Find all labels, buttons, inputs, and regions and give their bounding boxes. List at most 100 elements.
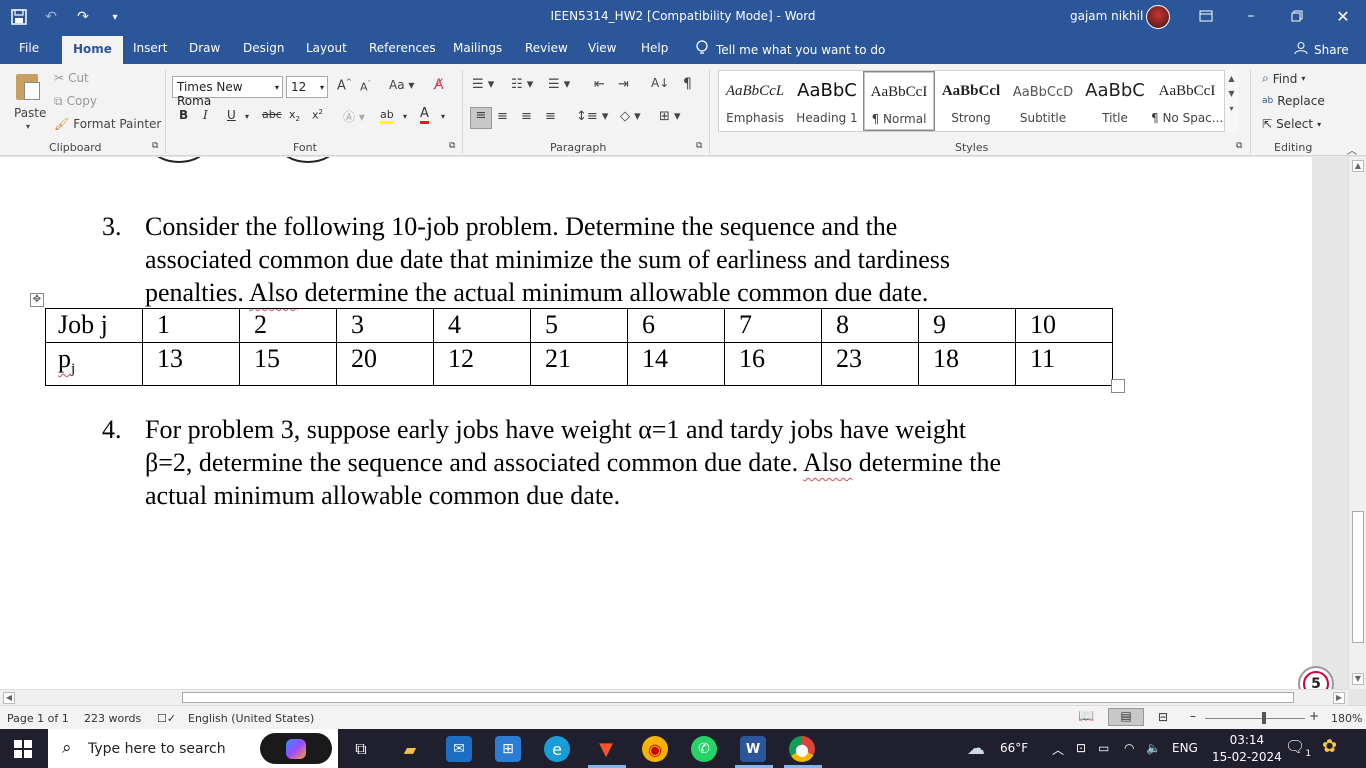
table-cell[interactable]: 18 xyxy=(918,341,1016,387)
zoom-level[interactable]: 180% xyxy=(1331,712,1362,725)
print-layout-icon[interactable]: ▤ xyxy=(1108,708,1144,726)
question-3[interactable]: 3. Consider the following 10-job problem… xyxy=(102,210,1122,310)
shading-icon[interactable]: ◇ ▾ xyxy=(620,109,641,124)
web-layout-icon[interactable]: ⊟ xyxy=(1158,710,1168,724)
table-cell[interactable]: 21 xyxy=(530,341,628,387)
store-icon[interactable]: ⊞ xyxy=(495,736,521,762)
clipboard-launcher-icon[interactable]: ⧉ xyxy=(152,141,158,151)
word-app-icon[interactable]: W xyxy=(740,736,766,762)
paste-button[interactable]: Paste xyxy=(14,106,46,120)
line-spacing-icon[interactable]: ↕≡ ▾ xyxy=(576,109,608,124)
scroll-left-icon[interactable]: ◀ xyxy=(3,692,15,704)
font-size-input[interactable]: 12 ▾ xyxy=(286,76,328,98)
mail-icon[interactable]: ✉ xyxy=(446,736,472,762)
file-explorer-icon[interactable]: ▰ xyxy=(397,736,423,762)
change-case-icon[interactable]: Aa ▾ xyxy=(389,78,414,92)
table-cell[interactable]: 5 xyxy=(530,308,628,343)
document-page[interactable]: 3. Consider the following 10-job problem… xyxy=(0,157,1312,689)
select-button[interactable]: ⇱ Select ▾ xyxy=(1262,117,1321,131)
table-cell[interactable]: 2 xyxy=(239,308,337,343)
chevron-down-icon[interactable]: ▼ xyxy=(1225,89,1238,98)
strikethrough-icon[interactable]: abc xyxy=(262,108,282,121)
windows-start-icon[interactable] xyxy=(14,740,32,758)
clear-formatting-icon[interactable]: A̸ xyxy=(434,77,444,93)
borders-icon[interactable]: ⊞ ▾ xyxy=(659,109,681,124)
shrink-font-icon[interactable]: Aˇ xyxy=(360,80,371,94)
tab-layout[interactable]: Layout xyxy=(306,41,347,55)
tab-mailings[interactable]: Mailings xyxy=(453,41,502,55)
tab-references[interactable]: References xyxy=(369,41,436,55)
volume-icon[interactable]: 🔈 xyxy=(1146,741,1161,755)
tab-view[interactable]: View xyxy=(588,41,616,55)
clock[interactable]: 03:14 15-02-2024 xyxy=(1212,732,1282,766)
whatsapp-icon[interactable]: ✆ xyxy=(691,736,717,762)
notification-icon[interactable]: 🗨1 xyxy=(1285,737,1311,759)
zoom-slider[interactable] xyxy=(1205,718,1305,719)
font-color-dropdown-icon[interactable]: ▾ xyxy=(441,112,445,121)
table-cell[interactable]: 23 xyxy=(821,341,919,387)
tab-draw[interactable]: Draw xyxy=(189,41,220,55)
table-move-handle[interactable]: ✥ xyxy=(30,293,44,307)
tab-design[interactable]: Design xyxy=(243,41,284,55)
tab-file[interactable]: File xyxy=(19,41,39,55)
copilot-icon[interactable] xyxy=(260,733,332,764)
avatar[interactable] xyxy=(1146,5,1170,29)
table-cell[interactable]: 8 xyxy=(821,308,919,343)
scroll-down-icon[interactable]: ▼ xyxy=(1352,673,1364,685)
vertical-scrollbar[interactable]: ▲ ▼ xyxy=(1348,157,1366,689)
bold-icon[interactable]: B xyxy=(179,108,188,122)
highlight-dropdown-icon[interactable]: ▾ xyxy=(403,112,407,121)
table-cell[interactable]: 15 xyxy=(239,341,337,387)
font-name-input[interactable]: Times New Roma ▾ xyxy=(172,76,283,108)
styles-scroll[interactable]: ▲ ▼ ▾ xyxy=(1224,70,1238,132)
style-subtitle[interactable]: AaBbCcD Subtitle xyxy=(1007,71,1079,131)
bullets-icon[interactable]: ☰ ▾ xyxy=(472,77,494,92)
style-no-spacing[interactable]: AaBbCcI ¶ No Spac... xyxy=(1151,71,1223,131)
word-count[interactable]: 223 words xyxy=(84,712,141,725)
scroll-up-icon[interactable]: ▲ xyxy=(1352,160,1364,172)
tab-home[interactable]: Home xyxy=(62,36,123,64)
horizontal-scrollbar[interactable]: ◀ ▶ xyxy=(0,689,1348,705)
decrease-indent-icon[interactable]: ⇤ xyxy=(594,77,605,92)
proofing-icon[interactable]: ☐✓ xyxy=(157,712,176,725)
underline-dropdown-icon[interactable]: ▾ xyxy=(245,112,249,121)
ribbon-display-options-icon[interactable] xyxy=(1188,4,1224,28)
table-cell[interactable]: pj xyxy=(45,341,143,387)
chrome-icon[interactable]: ● xyxy=(789,736,815,762)
save-icon[interactable] xyxy=(8,6,30,28)
undo-icon[interactable]: ↶ xyxy=(40,6,62,28)
page-count[interactable]: Page 1 of 1 xyxy=(7,712,69,725)
style-strong[interactable]: AaBbCcl Strong xyxy=(935,71,1007,131)
table-cell[interactable]: 6 xyxy=(627,308,725,343)
table-cell[interactable]: 16 xyxy=(724,341,822,387)
collapse-ribbon-icon[interactable]: ︿ xyxy=(1347,142,1357,157)
widget-icon[interactable]: ✿ xyxy=(1322,736,1337,757)
chevron-up-icon[interactable]: ▲ xyxy=(1225,74,1238,83)
pilcrow-icon[interactable]: ¶ xyxy=(683,76,692,92)
drawing-shape[interactable] xyxy=(279,157,337,163)
style-emphasis[interactable]: AaBbCcL Emphasis xyxy=(719,71,791,131)
paste-icon[interactable] xyxy=(12,72,44,102)
drawing-shape[interactable] xyxy=(150,157,208,163)
redo-icon[interactable]: ↷ xyxy=(72,6,94,28)
table-cell[interactable]: Job j xyxy=(45,308,143,343)
table-cell[interactable]: 14 xyxy=(627,341,725,387)
format-painter-button[interactable]: 🖌 Format Painter xyxy=(54,117,161,131)
table-cell[interactable]: 4 xyxy=(433,308,531,343)
font-launcher-icon[interactable]: ⧉ xyxy=(449,141,455,151)
table-cell[interactable]: 13 xyxy=(142,341,240,387)
zoom-in-icon[interactable]: + xyxy=(1309,709,1319,723)
align-right-icon[interactable]: ≡ xyxy=(521,109,532,124)
brave-icon[interactable]: ▼ xyxy=(593,736,619,762)
tab-insert[interactable]: Insert xyxy=(133,41,167,55)
table-cell[interactable]: 7 xyxy=(724,308,822,343)
table-cell[interactable]: 1 xyxy=(142,308,240,343)
paragraph-launcher-icon[interactable]: ⧉ xyxy=(696,141,702,151)
increase-indent-icon[interactable]: ⇥ xyxy=(618,77,629,92)
subscript-icon[interactable]: x2 xyxy=(289,108,300,123)
grow-font-icon[interactable]: A^ xyxy=(337,78,352,93)
chevron-up-icon[interactable]: ︿ xyxy=(1052,741,1064,758)
restore-icon[interactable] xyxy=(1279,4,1315,28)
input-language[interactable]: ENG xyxy=(1172,741,1198,755)
underline-icon[interactable]: U xyxy=(227,108,236,122)
